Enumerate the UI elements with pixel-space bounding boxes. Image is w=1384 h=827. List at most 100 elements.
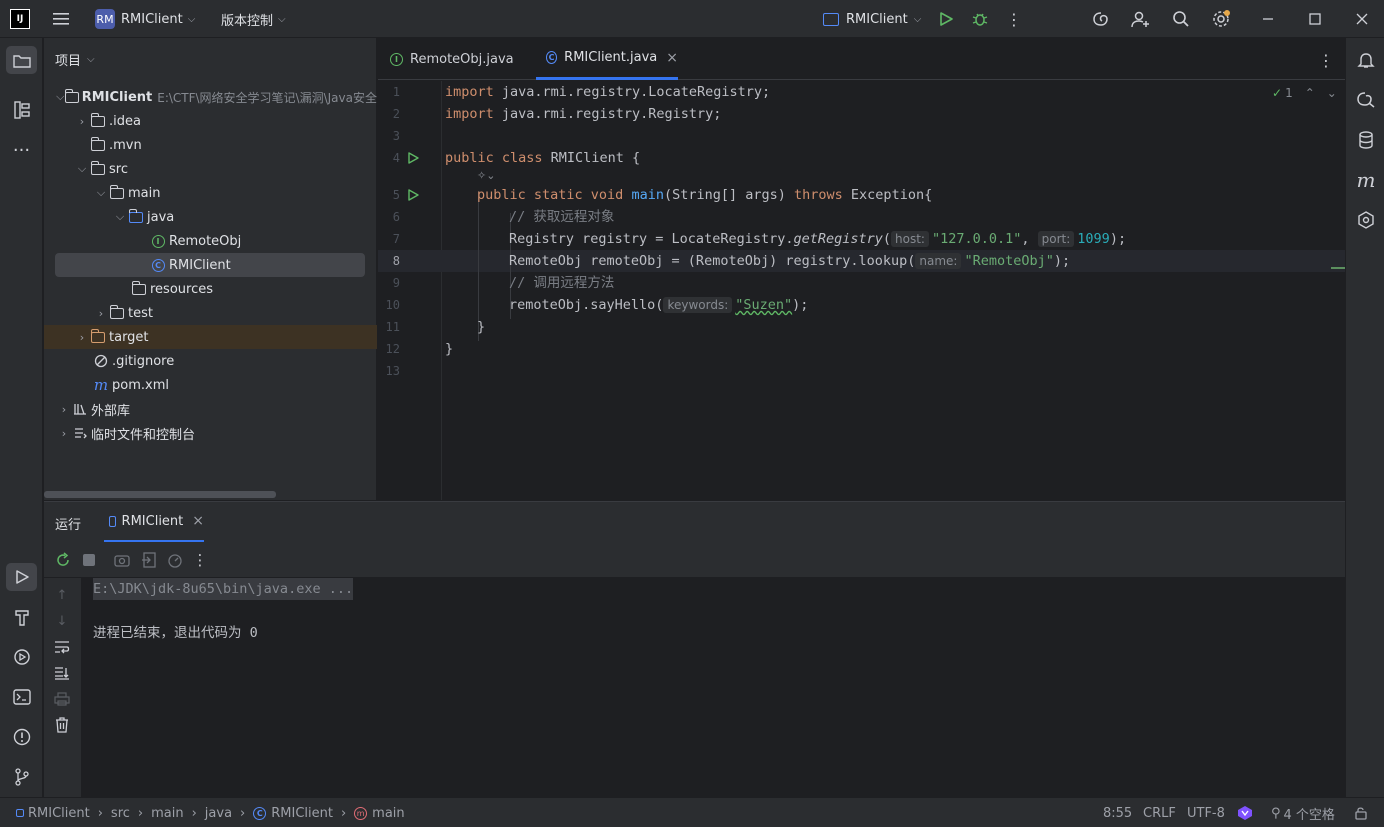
breadcrumb-item[interactable]: main (372, 806, 404, 821)
trash-icon[interactable] (53, 716, 71, 734)
arrow-up-icon[interactable]: ↑ (53, 586, 71, 604)
notifications-bell-icon[interactable] (1355, 48, 1377, 72)
project-panel-title: 项目 (55, 54, 82, 69)
cursor-position[interactable]: 8:55 (1103, 798, 1132, 827)
project-switcher[interactable]: RM RMIClient ⌵ (95, 0, 195, 38)
terminal-icon[interactable] (6, 683, 37, 711)
code-line-1: import java.rmi.registry.LocateRegistry; (445, 84, 771, 100)
plugin-icon[interactable] (1355, 208, 1377, 232)
project-badge: RM (95, 9, 115, 29)
problems-icon[interactable] (6, 723, 37, 751)
more-tools-icon[interactable]: ··· (6, 136, 37, 164)
run-icon[interactable] (936, 9, 956, 29)
tree-item-java[interactable]: ⌵ java (44, 205, 377, 229)
breadcrumb-item[interactable]: src (111, 806, 130, 821)
chevron-down-icon[interactable]: ⌄ (1327, 86, 1337, 100)
vcs-menu[interactable]: 版本控制 ⌵ (221, 0, 286, 38)
tree-item-test[interactable]: › test (44, 301, 377, 325)
tab-options-icon[interactable]: ⋮ (1316, 50, 1336, 70)
root-name: RMIClient (81, 89, 153, 105)
camera-icon (113, 551, 131, 569)
stop-icon[interactable] (80, 551, 98, 569)
file-encoding[interactable]: UTF-8 (1187, 798, 1225, 827)
add-user-icon[interactable] (1130, 9, 1152, 29)
more-vertical-icon[interactable]: ⋮ (191, 551, 209, 569)
horizontal-scrollbar[interactable] (44, 491, 276, 498)
run-config-selector[interactable]: RMIClient ⌵ (823, 0, 921, 38)
tree-item-label: .gitignore (112, 353, 175, 369)
method-icon: m (354, 806, 368, 820)
tree-item-mvn[interactable]: .mvn (44, 133, 377, 157)
chevron-right-icon: › (137, 805, 144, 821)
breadcrumb-item[interactable]: main (151, 806, 183, 821)
soft-wrap-icon[interactable] (53, 638, 71, 656)
project-tool-icon[interactable] (6, 46, 37, 74)
ai-status-icon[interactable] (1237, 798, 1253, 827)
run-gutter-icon[interactable] (406, 188, 420, 202)
tab-label: RMIClient.java (564, 50, 658, 65)
lock-icon[interactable] (1354, 798, 1368, 827)
application-icon (823, 12, 839, 26)
tree-item-pom[interactable]: m pom.xml (44, 373, 377, 397)
line-number: 8 (392, 254, 400, 268)
run-gutter-icon[interactable] (406, 151, 420, 165)
close-window-icon[interactable] (1351, 9, 1373, 29)
ai-assistant-icon[interactable] (1090, 9, 1112, 29)
breadcrumb-item[interactable]: java (205, 806, 232, 821)
code-line-10: remoteObj.sayHello(keywords: "Suzen"); (509, 297, 809, 313)
tree-item-idea[interactable]: › .idea (44, 109, 377, 133)
minimize-icon[interactable] (1257, 9, 1279, 29)
maven-icon[interactable]: m (1355, 168, 1377, 192)
debug-icon[interactable] (970, 9, 990, 29)
project-name: RMIClient (121, 11, 183, 27)
ai-suggestion-icon[interactable]: ✧⌄ (477, 169, 495, 182)
maximize-icon[interactable] (1304, 9, 1326, 29)
tree-item-main[interactable]: ⌵ main (44, 181, 377, 205)
project-panel-header[interactable]: 项目 ⌵ (55, 50, 95, 69)
search-icon[interactable] (1170, 9, 1192, 29)
build-hammer-icon[interactable] (6, 603, 37, 631)
ai-chat-icon[interactable] (1355, 88, 1377, 112)
tree-item-resources[interactable]: resources (44, 277, 377, 301)
run-tool-icon[interactable] (6, 563, 37, 591)
settings-gear-icon[interactable] (1210, 9, 1232, 29)
run-tab-rmiclient[interactable]: RMIClient × (104, 502, 204, 542)
scroll-marker (1331, 267, 1345, 269)
breadcrumb-item[interactable]: RMIClient (271, 806, 333, 821)
arrow-down-icon[interactable]: ↓ (53, 612, 71, 630)
gutter (378, 81, 442, 500)
tree-item-remoteobj[interactable]: I RemoteObj (44, 229, 377, 253)
scroll-to-end-icon[interactable] (53, 664, 71, 682)
database-icon[interactable] (1355, 128, 1377, 152)
tree-item-scratches[interactable]: › 临时文件和控制台 (44, 421, 377, 445)
tree-item-rmiclient[interactable]: C RMIClient (55, 253, 365, 277)
tree-item-target[interactable]: › target (44, 325, 377, 349)
tab-remoteobj[interactable]: I RemoteObj.java (390, 38, 514, 80)
close-tab-icon[interactable]: × (192, 513, 204, 529)
tree-root[interactable]: ⌵ RMIClient E:\CTF\网络安全学习笔记\漏洞\Java安全 (44, 85, 377, 109)
tree-item-label: pom.xml (112, 377, 169, 393)
tree-item-external-libs[interactable]: › 外部库 (44, 397, 377, 421)
git-branch-icon[interactable] (6, 763, 37, 791)
rerun-icon[interactable] (54, 551, 72, 569)
tree-item-gitignore[interactable]: .gitignore (44, 349, 377, 373)
chevron-down-icon: ⌵ (96, 186, 106, 199)
tab-rmiclient[interactable]: C RMIClient.java × (536, 38, 678, 80)
breadcrumb-item[interactable]: RMIClient (28, 806, 90, 821)
title-bar: IJ RM RMIClient ⌵ 版本控制 ⌵ RMIClient ⌵ ⋮ (0, 0, 1384, 38)
code-editor[interactable]: 1 2 3 4 5 6 7 8 9 10 11 12 13 ✓ 1 ⌃ ⌄ ✧⌄… (378, 81, 1345, 500)
profiler-icon (166, 551, 184, 569)
services-icon[interactable] (6, 643, 37, 671)
structure-tool-icon[interactable] (6, 96, 37, 124)
intellij-logo-icon[interactable]: IJ (10, 9, 30, 29)
inspection-widget[interactable]: ✓ 1 ⌃ ⌄ (1272, 86, 1337, 100)
chevron-up-icon[interactable]: ⌃ (1305, 86, 1315, 100)
line-separator[interactable]: CRLF (1143, 798, 1176, 827)
run-panel: 运行 RMIClient × ⋮ ↑ ↓ E:\JDK\jdk-8u65\bin… (44, 501, 1345, 798)
close-tab-icon[interactable]: × (666, 50, 678, 66)
indent-setting[interactable]: ⚲ 4 个空格 (1271, 798, 1335, 827)
tree-item-src[interactable]: ⌵ src (44, 157, 377, 181)
more-vertical-icon[interactable]: ⋮ (1004, 9, 1024, 29)
resources-folder-icon (131, 280, 147, 296)
hamburger-menu-icon[interactable] (50, 9, 72, 29)
